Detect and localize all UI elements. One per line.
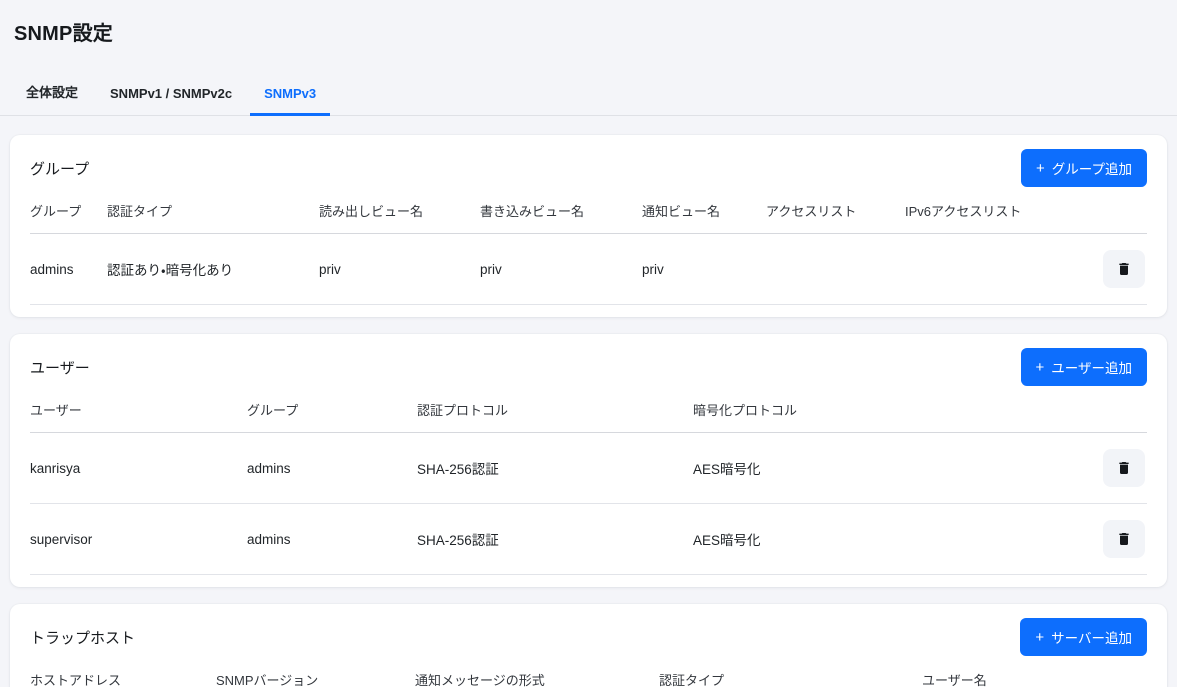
groups-card: グループ + グループ追加 グループ認証タイプ読み出しビュー名書き込みビュー名通… <box>10 135 1167 317</box>
trap-hosts-card-header: トラップホスト + サーバー追加 <box>30 618 1147 656</box>
column-header: 認証プロトコル <box>417 390 693 433</box>
table-row: admins認証あり・暗号化ありprivprivpriv <box>30 234 1147 305</box>
users-card-header: ユーザー + ユーザー追加 <box>30 348 1147 386</box>
table-cell: priv <box>319 234 480 305</box>
add-group-button[interactable]: + グループ追加 <box>1021 149 1147 187</box>
table-header-row: ホストアドレスSNMPバージョン通知メッセージの形式認証タイプユーザー名 <box>30 660 1147 687</box>
actions-column-header <box>1095 660 1147 687</box>
table-cell: kanrisya <box>30 433 247 504</box>
column-header: ユーザー <box>30 390 247 433</box>
page-title: SNMP設定 <box>0 0 1177 46</box>
actions-column-header <box>1095 390 1147 433</box>
groups-card-header: グループ + グループ追加 <box>30 149 1147 187</box>
users-card: ユーザー + ユーザー追加 ユーザーグループ認証プロトコル暗号化プロトコルkan… <box>10 334 1167 587</box>
column-header: 書き込みビュー名 <box>480 191 642 234</box>
tab-snmpv3[interactable]: SNMPv3 <box>250 77 330 116</box>
plus-icon: + <box>1036 161 1045 176</box>
row-actions-cell <box>1095 504 1147 575</box>
tab-general-settings[interactable]: 全体設定 <box>12 73 92 116</box>
tab-bar: 全体設定 SNMPv1 / SNMPv2c SNMPv3 <box>0 73 1177 116</box>
delete-row-button[interactable] <box>1103 520 1145 558</box>
table-header-row: グループ認証タイプ読み出しビュー名書き込みビュー名通知ビュー名アクセスリストIP… <box>30 191 1147 234</box>
add-user-button[interactable]: + ユーザー追加 <box>1021 348 1148 386</box>
column-header: 認証タイプ <box>659 660 922 687</box>
table-cell: priv <box>642 234 766 305</box>
column-header: ホストアドレス <box>30 660 216 687</box>
table-cell: admins <box>247 433 417 504</box>
trap-hosts-title: トラップホスト <box>30 627 135 648</box>
plus-icon: + <box>1036 360 1045 375</box>
table-row: supervisoradminsSHA-256認証AES暗号化 <box>30 504 1147 575</box>
users-title: ユーザー <box>30 357 90 378</box>
column-header: 通知ビュー名 <box>642 191 766 234</box>
table-header-row: ユーザーグループ認証プロトコル暗号化プロトコル <box>30 390 1147 433</box>
tab-content: グループ + グループ追加 グループ認証タイプ読み出しビュー名書き込みビュー名通… <box>0 116 1177 687</box>
table-cell: SHA-256認証 <box>417 433 693 504</box>
groups-table: グループ認証タイプ読み出しビュー名書き込みビュー名通知ビュー名アクセスリストIP… <box>30 191 1147 305</box>
column-header: IPv6アクセスリスト <box>905 191 1095 234</box>
tab-snmpv1-v2c[interactable]: SNMPv1 / SNMPv2c <box>96 77 246 116</box>
add-server-button[interactable]: + サーバー追加 <box>1020 618 1147 656</box>
row-actions-cell <box>1095 234 1147 305</box>
column-header: 通知メッセージの形式 <box>415 660 659 687</box>
trash-icon <box>1116 460 1132 476</box>
plus-icon: + <box>1035 630 1044 645</box>
column-header: 暗号化プロトコル <box>693 390 1095 433</box>
column-header: グループ <box>30 191 107 234</box>
table-cell: AES暗号化 <box>693 504 1095 575</box>
add-group-label: グループ追加 <box>1052 158 1132 178</box>
trap-hosts-card: トラップホスト + サーバー追加 ホストアドレスSNMPバージョン通知メッセージ… <box>10 604 1167 687</box>
table-cell: admins <box>30 234 107 305</box>
trash-icon <box>1116 261 1132 277</box>
add-server-label: サーバー追加 <box>1051 627 1132 647</box>
table-cell <box>905 234 1095 305</box>
snmp-settings-page: SNMP設定 全体設定 SNMPv1 / SNMPv2c SNMPv3 グループ… <box>0 0 1177 687</box>
table-cell: SHA-256認証 <box>417 504 693 575</box>
delete-row-button[interactable] <box>1103 250 1145 288</box>
column-header: グループ <box>247 390 417 433</box>
row-actions-cell <box>1095 433 1147 504</box>
column-header: アクセスリスト <box>766 191 905 234</box>
trash-icon <box>1116 531 1132 547</box>
column-header: 認証タイプ <box>107 191 319 234</box>
table-row: kanrisyaadminsSHA-256認証AES暗号化 <box>30 433 1147 504</box>
column-header: 読み出しビュー名 <box>319 191 480 234</box>
groups-title: グループ <box>30 158 89 179</box>
actions-column-header <box>1095 191 1147 234</box>
table-cell: priv <box>480 234 642 305</box>
delete-row-button[interactable] <box>1103 449 1145 487</box>
trap-hosts-table: ホストアドレスSNMPバージョン通知メッセージの形式認証タイプユーザー名192.… <box>30 660 1147 687</box>
table-cell: 認証あり・暗号化あり <box>107 234 319 305</box>
users-table: ユーザーグループ認証プロトコル暗号化プロトコルkanrisyaadminsSHA… <box>30 390 1147 575</box>
table-cell <box>766 234 905 305</box>
table-cell: admins <box>247 504 417 575</box>
add-user-label: ユーザー追加 <box>1051 357 1132 377</box>
column-header: SNMPバージョン <box>216 660 415 687</box>
table-cell: supervisor <box>30 504 247 575</box>
table-cell: AES暗号化 <box>693 433 1095 504</box>
column-header: ユーザー名 <box>922 660 1095 687</box>
